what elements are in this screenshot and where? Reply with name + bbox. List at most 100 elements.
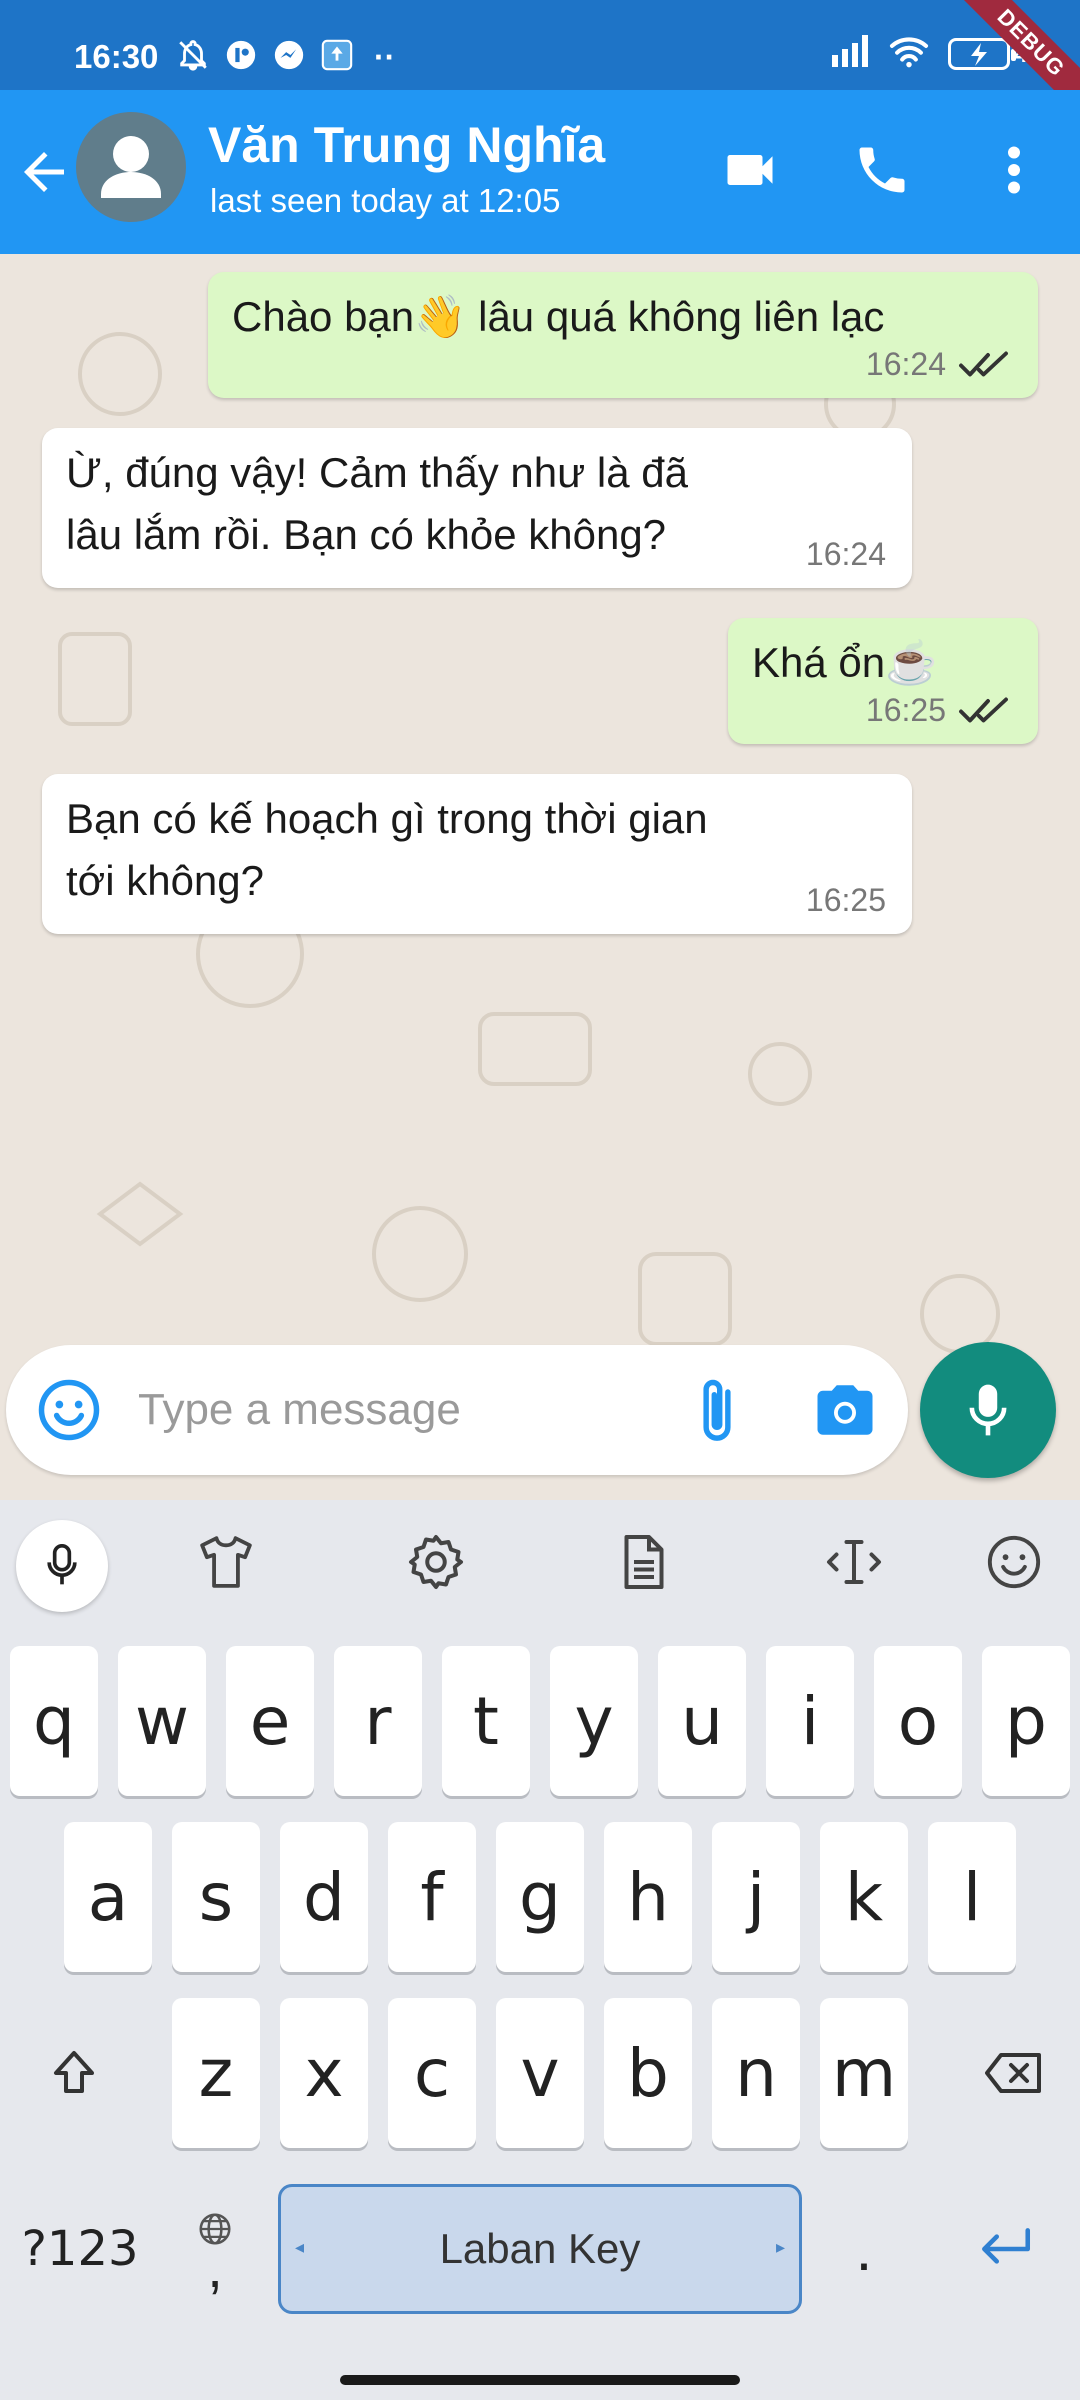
message-text: Chào bạn👋 lâu quá không liên lạc (232, 293, 885, 340)
camera-icon (817, 1385, 873, 1435)
key-j[interactable]: j (712, 1822, 800, 1972)
comma-label: , (207, 2236, 223, 2299)
key-z[interactable]: z (172, 1998, 260, 2148)
key-n[interactable]: n (712, 1998, 800, 2148)
voice-message-button[interactable] (920, 1342, 1056, 1478)
shift-key[interactable] (30, 1998, 118, 2148)
message-text: Ừ, đúng vậy! Cảm thấy như là đã lâu lắm … (66, 442, 688, 566)
key-h[interactable]: h (604, 1822, 692, 1972)
message-line: lâu lắm rồi. Bạn có khỏe không? (66, 511, 667, 558)
smiley-icon (987, 1535, 1041, 1589)
key-s[interactable]: s (172, 1822, 260, 1972)
battery-icon: 4% (948, 37, 1049, 70)
message-time: 16:25 (805, 882, 886, 918)
key-r[interactable]: r (334, 1646, 422, 1796)
gear-icon (409, 1535, 463, 1589)
microphone-icon (969, 1384, 1007, 1436)
phone-icon (859, 147, 905, 193)
more-notifications-icon: ·· (374, 39, 396, 75)
more-vert-icon (1008, 146, 1020, 194)
key-l[interactable]: l (928, 1822, 1016, 1972)
keyboard-voice-button[interactable] (16, 1520, 108, 1612)
key-e[interactable]: e (226, 1646, 314, 1796)
back-button[interactable] (14, 138, 74, 206)
key-o[interactable]: o (874, 1646, 962, 1796)
space-bar[interactable]: ◂ Laban Key ▸ (278, 2184, 802, 2314)
double-check-icon (959, 351, 1008, 377)
symbols-key[interactable]: ?123 (14, 2184, 146, 2314)
message-meta: 16:24 (806, 534, 886, 574)
right-arrow-icon: ▸ (775, 2237, 785, 2257)
chat-messages-area[interactable]: Chào bạn👋 lâu quá không liên lạc 16:24 Ừ… (0, 254, 1080, 1500)
message-bubble-incoming[interactable]: Ừ, đúng vậy! Cảm thấy như là đã lâu lắm … (42, 428, 912, 588)
message-bubble-outgoing[interactable]: Chào bạn👋 lâu quá không liên lạc 16:24 (208, 272, 1038, 398)
key-k[interactable]: k (820, 1822, 908, 1972)
key-a[interactable]: a (64, 1822, 152, 1972)
status-bar: 16:30 ·· 4% DEBUG (0, 0, 1080, 123)
camera-button[interactable] (812, 1377, 878, 1443)
period-key[interactable]: . (820, 2184, 908, 2314)
message-time: 16:24 (865, 346, 946, 382)
back-arrow-icon (24, 152, 64, 192)
cursor-control-button[interactable] (822, 1530, 886, 1594)
key-u[interactable]: u (658, 1646, 746, 1796)
key-p[interactable]: p (982, 1646, 1070, 1796)
attach-button[interactable] (684, 1373, 750, 1449)
message-line: Bạn có kế hoạch gì trong thời gian (66, 795, 708, 842)
key-c[interactable]: c (388, 1998, 476, 2148)
avatar[interactable] (76, 112, 186, 222)
key-m[interactable]: m (820, 1998, 908, 2148)
key-b[interactable]: b (604, 1998, 692, 2148)
double-check-icon (959, 697, 1008, 723)
home-indicator[interactable] (340, 2375, 740, 2385)
key-q[interactable]: q (10, 1646, 98, 1796)
message-input[interactable] (138, 1375, 658, 1445)
key-x[interactable]: x (280, 1998, 368, 2148)
notification-icons: ·· (176, 38, 395, 77)
person-icon (101, 136, 161, 198)
message-meta: 16:25 (806, 880, 886, 920)
key-t[interactable]: t (442, 1646, 530, 1796)
clipboard-button[interactable] (612, 1530, 676, 1594)
system-icons: 4% (830, 34, 1049, 73)
enter-icon (982, 2228, 1031, 2264)
key-f[interactable]: f (388, 1822, 476, 1972)
key-w[interactable]: w (118, 1646, 206, 1796)
backspace-icon (985, 2053, 1041, 2093)
space-label: Laban Key (439, 2225, 641, 2272)
contact-name[interactable]: Văn Trung Nghĩa (208, 116, 605, 174)
key-y[interactable]: y (550, 1646, 638, 1796)
signal-icon (830, 35, 870, 72)
enter-key[interactable] (950, 2184, 1060, 2314)
message-time: 16:24 (805, 536, 886, 572)
wifi-icon (888, 34, 930, 73)
message-bubble-incoming[interactable]: Bạn có kế hoạch gì trong thời gian tới k… (42, 774, 912, 934)
key-d[interactable]: d (280, 1822, 368, 1972)
emoji-button[interactable] (36, 1377, 102, 1443)
chat-app-bar: Văn Trung Nghĩa last seen today at 12:05 (0, 90, 1080, 254)
key-g[interactable]: g (496, 1822, 584, 1972)
text-cursor-icon (827, 1540, 881, 1584)
paperclip-icon (703, 1379, 731, 1441)
microphone-icon (47, 1544, 77, 1585)
video-call-button[interactable] (716, 136, 784, 204)
soft-keyboard: q w e r t y u i o p a s d f g h j k l z … (0, 1500, 1080, 2400)
shirt-icon (200, 1536, 252, 1588)
voice-call-button[interactable] (848, 136, 916, 204)
message-meta: 16:25 (866, 690, 1012, 730)
app-icon (224, 38, 258, 77)
key-i[interactable]: i (766, 1646, 854, 1796)
keyboard-settings-button[interactable] (404, 1530, 468, 1594)
bell-off-icon (176, 38, 210, 77)
comma-key[interactable]: , (180, 2184, 250, 2314)
key-v[interactable]: v (496, 1998, 584, 2148)
message-text: Bạn có kế hoạch gì trong thời gian tới k… (66, 788, 708, 912)
shift-icon (54, 2051, 94, 2093)
backspace-key[interactable] (958, 1998, 1068, 2148)
emoji-icon (38, 1379, 100, 1441)
keyboard-theme-button[interactable] (194, 1530, 258, 1594)
message-meta: 16:24 (866, 344, 1012, 384)
message-bubble-outgoing[interactable]: Khá ổn☕ 16:25 (728, 618, 1038, 744)
more-options-button[interactable] (980, 136, 1048, 204)
keyboard-emoji-button[interactable] (982, 1530, 1046, 1594)
